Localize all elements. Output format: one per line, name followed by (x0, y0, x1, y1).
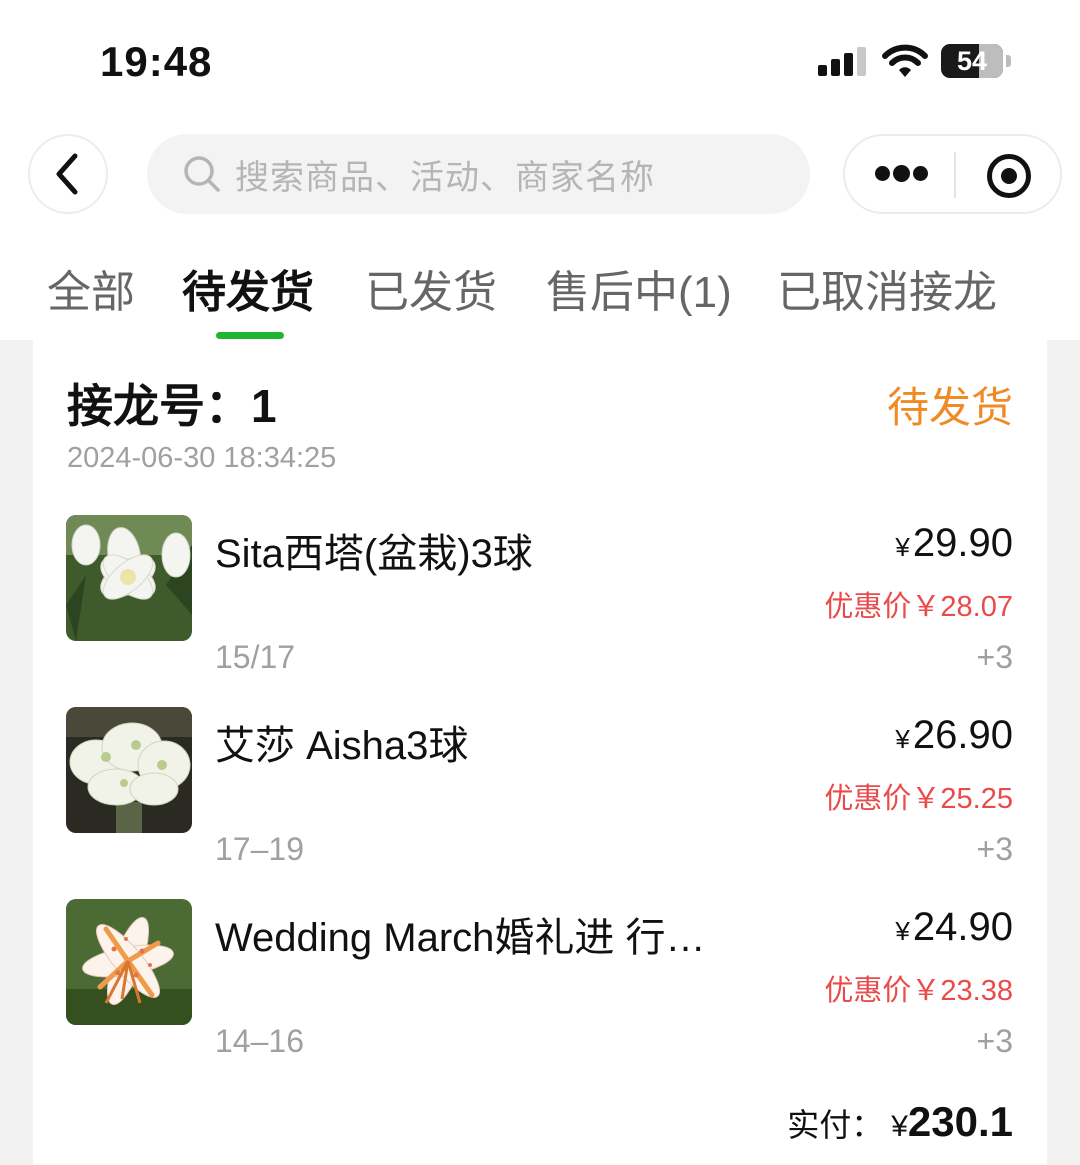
total-label: 实付： (787, 1107, 884, 1143)
order-item[interactable]: Sita西塔(盆栽)3球 15/17 ¥29.90 优惠价￥28.07 +3 (33, 515, 1047, 685)
product-spec: 14–16 (215, 1023, 304, 1059)
tab-pending-shipment[interactable]: 待发货 (182, 256, 314, 320)
order-total: 实付： ¥230.1 (787, 1098, 1013, 1146)
product-name: 艾莎 Aisha3球 (215, 724, 469, 768)
product-price: ¥24.90 (895, 905, 1013, 950)
product-name: Wedding March婚礼进 行… (215, 916, 706, 960)
product-spec: 17–19 (215, 831, 304, 867)
product-quantity: +3 (976, 831, 1013, 867)
product-image (66, 515, 192, 641)
price-value: 29.90 (912, 521, 1013, 565)
price-value: 26.90 (912, 713, 1013, 757)
product-name: Sita西塔(盆栽)3球 (215, 532, 533, 576)
discount-price: 优惠价￥25.25 (824, 783, 1013, 815)
order-time: 2024-06-30 18:34:25 (67, 442, 337, 474)
search-input[interactable]: 搜索商品、活动、商家名称 (147, 134, 810, 214)
order-item[interactable]: Wedding March婚礼进 行… 14–16 ¥24.90 优惠价￥23.… (33, 899, 1047, 1069)
order-tabs: 全部 待发货 已发货 售后中(1) 已取消接龙 (0, 250, 1080, 340)
more-dots-icon[interactable] (875, 165, 928, 184)
tab-cancelled[interactable]: 已取消接龙 (777, 256, 997, 320)
currency-symbol: ¥ (895, 916, 910, 946)
currency-symbol: ¥ (895, 724, 910, 754)
back-button[interactable] (28, 134, 108, 214)
discount-price: 优惠价￥23.38 (824, 975, 1013, 1007)
order-status: 待发货 (886, 384, 1013, 431)
target-icon[interactable] (987, 154, 1031, 198)
total-amount: 230.1 (907, 1098, 1013, 1145)
battery-level: 54 (956, 46, 988, 76)
product-price: ¥26.90 (895, 713, 1013, 758)
currency-symbol: ¥ (895, 532, 910, 562)
product-spec: 15/17 (215, 639, 296, 675)
battery-icon: 54 (941, 44, 1011, 78)
tab-all[interactable]: 全部 (47, 256, 135, 320)
product-quantity: +3 (976, 639, 1013, 675)
product-image (66, 707, 192, 833)
order-card[interactable]: 接龙号：1 待发货 2024-06-30 18:34:25 Sita西塔(盆栽)… (33, 340, 1047, 1165)
discount-price: 优惠价￥28.07 (824, 591, 1013, 623)
capsule-divider (954, 152, 956, 198)
price-value: 24.90 (912, 905, 1013, 949)
tab-shipped[interactable]: 已发货 (365, 256, 497, 320)
tab-after-sales[interactable]: 售后中(1) (546, 256, 732, 320)
product-price: ¥29.90 (895, 521, 1013, 566)
search-icon (184, 156, 220, 192)
header: 19:48 54 搜索商品、活动、商家名称 全部 待发货 已发货 售后中(1) … (0, 0, 1080, 340)
back-chevron-icon (56, 153, 78, 195)
active-tab-indicator (216, 332, 284, 339)
product-quantity: +3 (976, 1023, 1013, 1059)
order-item[interactable]: 艾莎 Aisha3球 17–19 ¥26.90 优惠价￥25.25 +3 (33, 707, 1047, 877)
wifi-icon (882, 44, 928, 77)
product-image (66, 899, 192, 1025)
currency-symbol: ¥ (891, 1110, 908, 1143)
search-placeholder: 搜索商品、活动、商家名称 (235, 158, 655, 197)
mini-program-capsule (843, 134, 1062, 214)
status-time: 19:48 (100, 38, 213, 85)
signal-icon (818, 46, 868, 76)
order-number: 接龙号：1 (67, 380, 277, 432)
